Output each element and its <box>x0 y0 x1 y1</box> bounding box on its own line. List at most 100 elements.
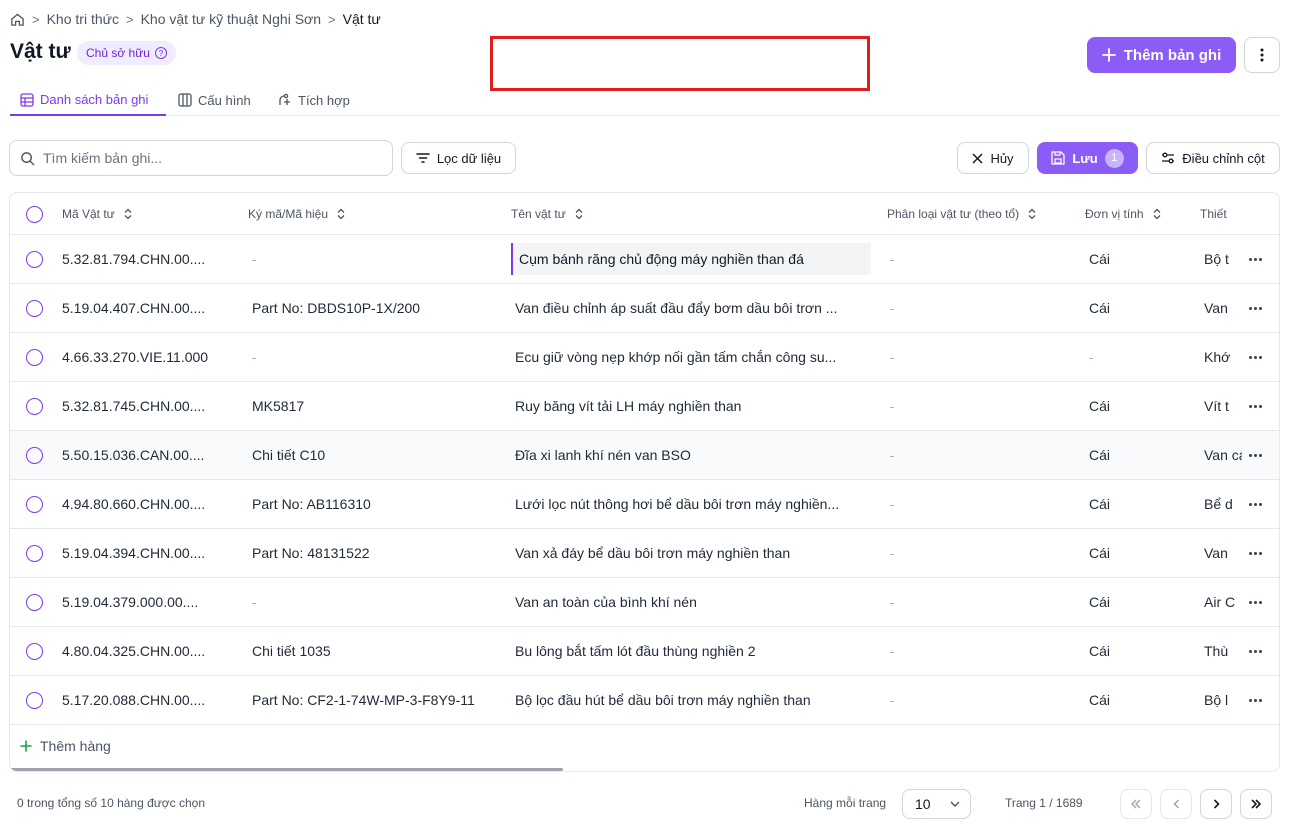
cell-name[interactable]: Ruy băng vít tải LH máy nghiền than <box>515 382 870 430</box>
cell-symbol[interactable]: Part No: CF2-1-74W-MP-3-F8Y9-11 <box>252 676 502 724</box>
row-actions-icon[interactable] <box>1243 480 1267 528</box>
cell-category[interactable]: - <box>890 676 1070 724</box>
cell-unit[interactable]: Cái <box>1089 578 1189 626</box>
search-input[interactable] <box>43 150 363 166</box>
cell-code[interactable]: 4.66.33.270.VIE.11.000 <box>62 333 242 381</box>
cell-unit[interactable]: - <box>1089 333 1189 381</box>
row-actions-icon[interactable] <box>1243 627 1267 675</box>
row-select-radio[interactable] <box>26 398 43 415</box>
cell-category[interactable]: - <box>890 627 1070 675</box>
cell-name[interactable]: Ecu giữ vòng nẹp khớp nối gần tấm chắn c… <box>515 333 870 381</box>
tab-record-list[interactable]: Danh sách bản ghi <box>10 85 166 116</box>
row-actions-icon[interactable] <box>1243 578 1267 626</box>
row-select-radio[interactable] <box>26 349 43 366</box>
cell-unit[interactable]: Cái <box>1089 284 1189 332</box>
cell-category[interactable]: - <box>890 235 1070 283</box>
first-page-button[interactable] <box>1120 789 1152 819</box>
cancel-button[interactable]: Hủy <box>957 142 1029 174</box>
column-header[interactable]: Tên vật tư <box>511 193 584 235</box>
row-select-radio[interactable] <box>26 643 43 660</box>
cell-symbol[interactable]: Part No: 48131522 <box>252 529 502 577</box>
row-actions-icon[interactable] <box>1243 431 1267 479</box>
cell-device[interactable]: Bộ t <box>1204 235 1242 283</box>
row-actions-icon[interactable] <box>1243 235 1267 283</box>
cell-category[interactable]: - <box>890 284 1070 332</box>
cell-name[interactable]: Van điều chỉnh áp suất đầu đẩy bơm dầu b… <box>515 284 870 332</box>
cell-code[interactable]: 4.80.04.325.CHN.00.... <box>62 627 242 675</box>
last-page-button[interactable] <box>1240 789 1272 819</box>
column-header[interactable]: Ký mã/Mã hiệu <box>248 193 346 235</box>
table-row[interactable]: 4.94.80.660.CHN.00.... Part No: AB116310 L… <box>10 480 1279 529</box>
row-select-radio[interactable] <box>26 251 43 268</box>
next-page-button[interactable] <box>1200 789 1232 819</box>
sort-icon[interactable] <box>1152 208 1162 220</box>
cell-device[interactable]: Bộ l <box>1204 676 1242 724</box>
cell-unit[interactable]: Cái <box>1089 529 1189 577</box>
add-record-button[interactable]: Thêm bản ghi <box>1087 37 1236 73</box>
cell-name[interactable]: Lưới lọc nút thông hơi bể dầu bôi trơn m… <box>515 480 870 528</box>
cell-code[interactable]: 5.19.04.394.CHN.00.... <box>62 529 242 577</box>
filter-button[interactable]: Lọc dữ liệu <box>401 142 516 174</box>
column-header[interactable]: Phân loại vật tư (theo tổ) <box>887 193 1037 235</box>
column-header[interactable]: Thiết <box>1200 193 1227 235</box>
cell-symbol[interactable]: - <box>252 333 502 381</box>
row-actions-icon[interactable] <box>1243 382 1267 430</box>
editing-cell-input[interactable]: Cụm bánh răng chủ động máy nghiền than đ… <box>511 243 871 275</box>
column-header[interactable]: Mã Vật tư <box>62 193 133 235</box>
cell-symbol[interactable]: Chi tiết 1035 <box>252 627 502 675</box>
cell-device[interactable]: Air C <box>1204 578 1242 626</box>
cell-name[interactable]: Bu lông bắt tấm lót đầu thùng nghiền 2 <box>515 627 870 675</box>
row-select-radio[interactable] <box>26 594 43 611</box>
breadcrumb-item[interactable]: Kho tri thức <box>47 11 119 27</box>
cell-name[interactable]: Bộ lọc đầu hút bể dầu bôi trơn máy nghiề… <box>515 676 870 724</box>
select-all-radio[interactable] <box>26 206 43 223</box>
cell-code[interactable]: 5.32.81.745.CHN.00.... <box>62 382 242 430</box>
adjust-columns-button[interactable]: Điều chỉnh cột <box>1146 142 1280 174</box>
search-field[interactable] <box>9 140 393 176</box>
cell-unit[interactable]: Cái <box>1089 676 1189 724</box>
cell-code[interactable]: 5.32.81.794.CHN.00.... <box>62 235 242 283</box>
cell-unit[interactable]: Cái <box>1089 431 1189 479</box>
tab-configuration[interactable]: Cấu hình <box>178 85 251 115</box>
row-actions-icon[interactable] <box>1243 333 1267 381</box>
row-select-radio[interactable] <box>26 447 43 464</box>
sort-icon[interactable] <box>574 208 584 220</box>
cell-unit[interactable]: Cái <box>1089 627 1189 675</box>
row-select-radio[interactable] <box>26 496 43 513</box>
cell-device[interactable]: Khớ <box>1204 333 1242 381</box>
row-actions-icon[interactable] <box>1243 529 1267 577</box>
row-select-radio[interactable] <box>26 545 43 562</box>
cell-category[interactable]: - <box>890 578 1070 626</box>
cell-unit[interactable]: Cái <box>1089 235 1189 283</box>
cell-unit[interactable]: Cái <box>1089 382 1189 430</box>
sort-icon[interactable] <box>336 208 346 220</box>
cell-device[interactable]: Bể d <box>1204 480 1242 528</box>
table-row[interactable]: 4.66.33.270.VIE.11.000- Ecu giữ vòng nẹp … <box>10 333 1279 382</box>
save-button[interactable]: Lưu 1 <box>1037 142 1138 174</box>
help-icon[interactable]: ? <box>154 47 167 59</box>
cell-symbol[interactable]: Chi tiết C10 <box>252 431 502 479</box>
cell-category[interactable]: - <box>890 480 1070 528</box>
more-options-button[interactable] <box>1244 37 1280 73</box>
table-row[interactable]: 4.80.04.325.CHN.00.... Chi tiết 1035 Bu lô… <box>10 627 1279 676</box>
table-row[interactable]: 5.19.04.394.CHN.00.... Part No: 48131522 V… <box>10 529 1279 578</box>
cell-code[interactable]: 5.19.04.407.CHN.00.... <box>62 284 242 332</box>
horizontal-scrollbar[interactable] <box>10 768 563 771</box>
cell-category[interactable]: - <box>890 382 1070 430</box>
cell-category[interactable]: - <box>890 431 1070 479</box>
home-icon[interactable] <box>10 12 25 27</box>
cell-name[interactable]: Đĩa xi lanh khí nén van BSO <box>515 431 870 479</box>
table-row[interactable]: 5.17.20.088.CHN.00.... Part No: CF2-1-74W… <box>10 676 1279 725</box>
cell-device[interactable]: Van cách ly <box>1204 431 1242 479</box>
cell-category[interactable]: - <box>890 529 1070 577</box>
cell-category[interactable]: - <box>890 333 1070 381</box>
breadcrumb-item[interactable]: Kho vật tư kỹ thuật Nghi Sơn <box>141 11 321 27</box>
previous-page-button[interactable] <box>1160 789 1192 819</box>
row-actions-icon[interactable] <box>1243 676 1267 724</box>
cell-symbol[interactable]: - <box>252 578 502 626</box>
tab-integration[interactable]: Tích hợp <box>277 85 350 115</box>
cell-code[interactable]: 5.50.15.036.CAN.00.... <box>62 431 242 479</box>
cell-code[interactable]: 5.19.04.379.000.00.... <box>62 578 242 626</box>
cell-symbol[interactable]: Part No: AB116310 <box>252 480 502 528</box>
table-row[interactable]: 5.32.81.745.CHN.00.... MK5817 Ruy băng vít… <box>10 382 1279 431</box>
